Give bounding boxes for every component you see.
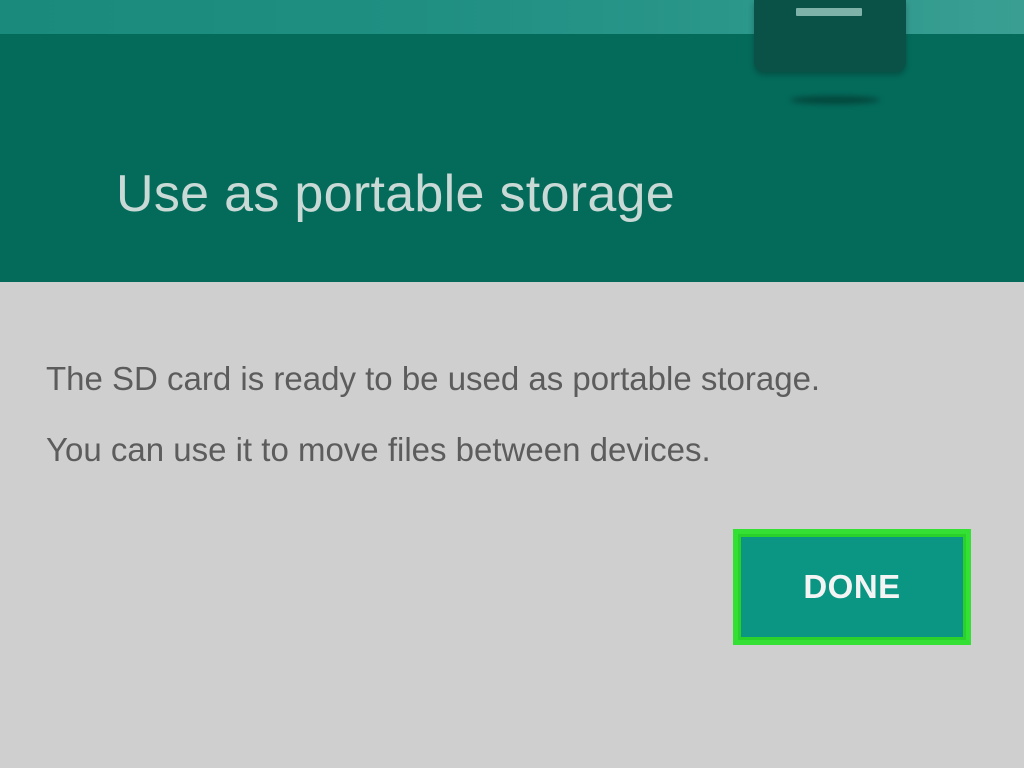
message-line-2: You can use it to move files between dev… bbox=[46, 431, 711, 468]
page-title: Use as portable storage bbox=[116, 165, 675, 223]
message-line-1: The SD card is ready to be used as porta… bbox=[46, 360, 821, 397]
done-button[interactable]: DONE bbox=[741, 537, 963, 637]
sd-card-icon bbox=[754, 0, 906, 72]
sd-card-shadow bbox=[790, 96, 880, 104]
sd-card-contact bbox=[796, 8, 862, 16]
